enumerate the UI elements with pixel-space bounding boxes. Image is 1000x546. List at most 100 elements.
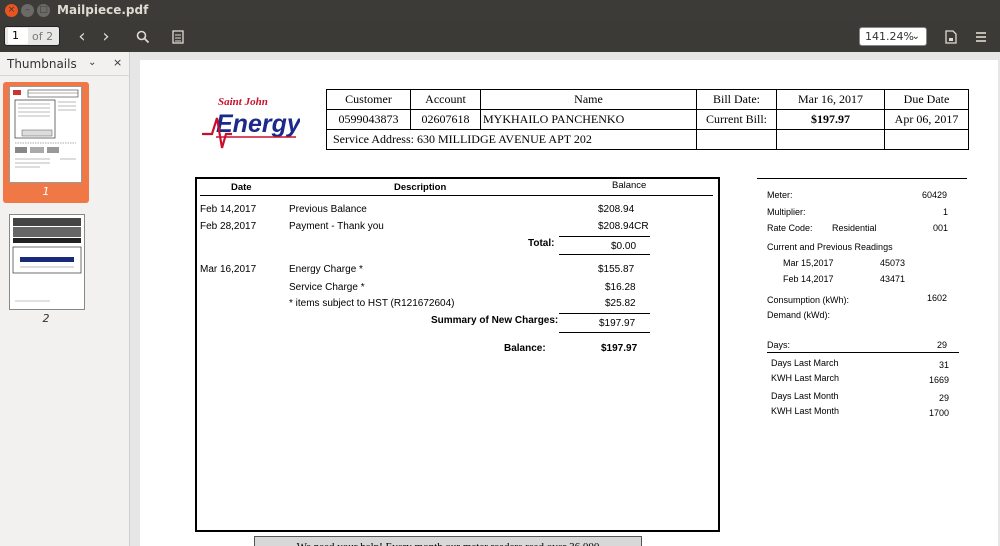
history-value: 31 (939, 360, 950, 370)
consumption-value: 1602 (927, 293, 948, 303)
search-icon (136, 30, 150, 44)
document-save-icon (945, 30, 957, 44)
row-description: Previous Balance (289, 204, 367, 215)
history-value: 29 (939, 393, 950, 403)
window-close-button[interactable]: × (5, 4, 18, 17)
total-label: Total: (528, 238, 555, 249)
notes-icon (172, 30, 184, 44)
saint-john-energy-logo: Saint John Energy (200, 90, 302, 150)
next-page-button[interactable]: › (96, 26, 116, 48)
summary-bottom-rule (559, 332, 650, 333)
history-value: 1700 (929, 408, 950, 418)
info-top-rule (757, 178, 967, 179)
row-date: Feb 14,2017 (200, 204, 257, 215)
title-bar: × – □ Mailpiece.pdf (0, 0, 1000, 22)
days-label: Days: (767, 340, 791, 350)
history-label: Days Last March (771, 358, 839, 368)
history-label: KWH Last Month (771, 406, 840, 416)
annotations-button[interactable] (167, 26, 189, 48)
reading-value: 45073 (880, 258, 906, 268)
page-selector: 1 of 2 (4, 26, 60, 46)
summary-label: Summary of New Charges: (431, 315, 559, 326)
service-address-label: Service Address: (333, 132, 414, 146)
chevron-down-icon[interactable]: ⌄ (88, 57, 96, 68)
window-maximize-button[interactable]: □ (37, 4, 50, 17)
row-amount: $155.87 (598, 264, 635, 275)
thumbnail-label: 2 (42, 312, 50, 325)
empty-cell (884, 129, 969, 150)
balance-label: Balance: (504, 343, 546, 354)
save-button[interactable] (940, 26, 962, 48)
current-bill-label: Current Bill: (696, 109, 777, 130)
document-view[interactable]: Saint John Energy Customer Account Name … (131, 52, 1000, 546)
empty-cell (696, 129, 777, 150)
row-date: Mar 16,2017 (200, 264, 257, 275)
zoom-select[interactable]: 141.24% ⌄ (859, 27, 927, 46)
svg-text:Saint John: Saint John (218, 96, 268, 108)
account-label: Account (410, 89, 481, 110)
zoom-value: 141.24% (865, 30, 914, 43)
thumbnail-image (9, 86, 82, 183)
hamburger-menu-icon (976, 32, 986, 42)
thumbnails-sidebar: Thumbnails ⌄ × 1 2 (0, 52, 130, 546)
notice-banner: We need your help! Every month our meter… (254, 536, 642, 546)
meter-label: Meter: (767, 190, 793, 200)
rate-code: 001 (933, 223, 949, 233)
consumption-label: Consumption (kWh): (767, 295, 850, 305)
row-amount: $208.94CR (598, 221, 649, 232)
summary-amount: $197.97 (599, 318, 636, 329)
total-bottom-rule (559, 254, 650, 255)
row-description: Energy Charge * (289, 264, 363, 275)
previous-page-button[interactable]: ‹ (72, 26, 92, 48)
window-minimize-button[interactable]: – (21, 4, 34, 17)
due-date-label: Due Date (884, 89, 969, 110)
menu-button[interactable] (970, 26, 992, 48)
window-title: Mailpiece.pdf (57, 3, 149, 17)
customer-number: 0599043873 (326, 109, 411, 130)
sidebar-header: Thumbnails ⌄ × (0, 52, 130, 76)
pdf-page: Saint John Energy Customer Account Name … (140, 60, 998, 546)
chevron-right-icon: › (102, 26, 110, 47)
row-description: * items subject to HST (R121672604) (289, 298, 455, 309)
total-amount: $0.00 (611, 241, 637, 252)
balance-amount: $197.97 (601, 343, 638, 354)
account-number: 02607618 (410, 109, 481, 130)
thumbnail-preview (12, 218, 82, 302)
reading-date: Feb 14,2017 (783, 274, 834, 284)
row-amount: $25.82 (605, 298, 636, 309)
toolbar: 1 of 2 ‹ › 141.24% ⌄ (0, 22, 1000, 52)
page-count: of 2 (32, 30, 54, 43)
summary-top-rule (559, 313, 650, 314)
row-description: Payment - Thank you (289, 221, 384, 232)
chevron-left-icon: ‹ (78, 26, 86, 47)
row-amount: $16.28 (605, 282, 636, 293)
bill-date: Mar 16, 2017 (776, 89, 885, 110)
reading-value: 43471 (880, 274, 906, 284)
readings-label: Current and Previous Readings (767, 242, 893, 252)
service-address: 630 MILLIDGE AVENUE APT 202 (416, 132, 592, 146)
rate-code-type: Residential (832, 223, 877, 233)
thumbnail-label: 1 (42, 185, 50, 198)
row-amount: $208.94 (598, 204, 635, 215)
thumbnail-page-2[interactable] (9, 214, 85, 310)
history-label: KWH Last March (771, 373, 840, 383)
page-number-input[interactable]: 1 (8, 28, 28, 44)
name-label: Name (480, 89, 697, 110)
total-top-rule (559, 236, 650, 237)
sidebar-title: Thumbnails (7, 57, 77, 71)
service-address-cell: Service Address: 630 MILLIDGE AVENUE APT… (326, 129, 697, 150)
current-bill-amount: $197.97 (776, 109, 885, 130)
charges-section: Date Description Balance Feb 14,2017 Pre… (195, 177, 720, 532)
thumbnail-page-1[interactable]: 1 (3, 82, 89, 203)
rate-code-label: Rate Code: (767, 223, 813, 233)
multiplier-value: 1 (943, 207, 949, 217)
header-divider (200, 195, 713, 196)
bill-date-label: Bill Date: (696, 89, 777, 110)
history-value: 1669 (929, 375, 950, 385)
bill-header-table: Customer Account Name Bill Date: Mar 16,… (326, 89, 969, 150)
thumbnail-preview (13, 89, 79, 168)
days-value: 29 (937, 340, 948, 350)
close-icon[interactable]: × (113, 56, 122, 69)
chevron-down-icon: ⌄ (911, 31, 920, 42)
search-button[interactable] (132, 26, 154, 48)
